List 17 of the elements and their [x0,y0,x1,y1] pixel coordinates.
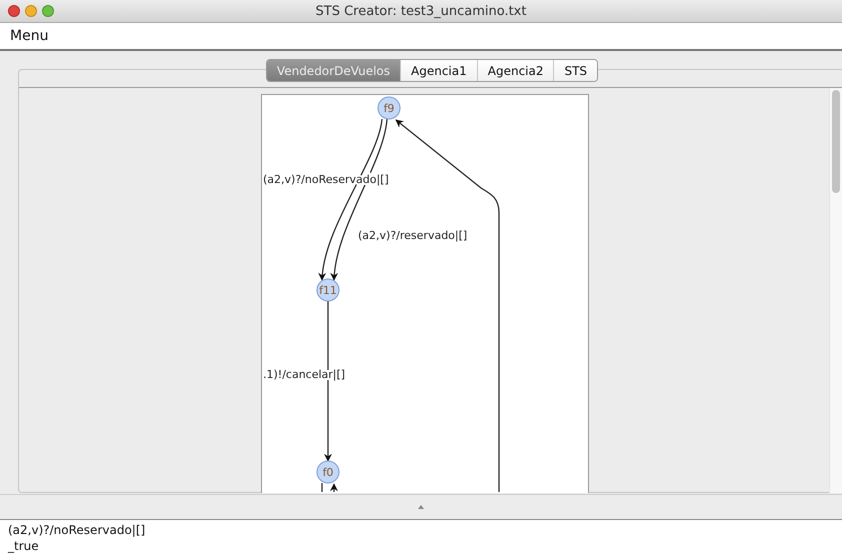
scrollbar[interactable] [829,88,842,493]
close-button[interactable] [8,5,20,17]
split-handle-icon[interactable] [418,505,424,509]
tab[interactable]: Agencia1 [401,60,478,81]
state-node[interactable]: f9 [378,96,400,120]
tab[interactable]: Agencia2 [478,60,554,81]
transition-label: (a2,v)?/reservado|[] [358,229,468,242]
tab[interactable]: STS [554,60,598,81]
scroll-thumb[interactable] [832,90,840,193]
zoom-button[interactable] [42,5,54,17]
state-node[interactable]: f0 [316,460,340,484]
window-title: STS Creator: test3_uncamino.txt [314,4,528,18]
detail-text: _true [8,538,39,554]
minimize-button[interactable] [25,5,37,17]
menu-item[interactable]: Menu [10,28,48,44]
state-node[interactable]: f11 [316,278,340,302]
detail-text: (a2,v)?/noReservado|[] [8,522,146,538]
